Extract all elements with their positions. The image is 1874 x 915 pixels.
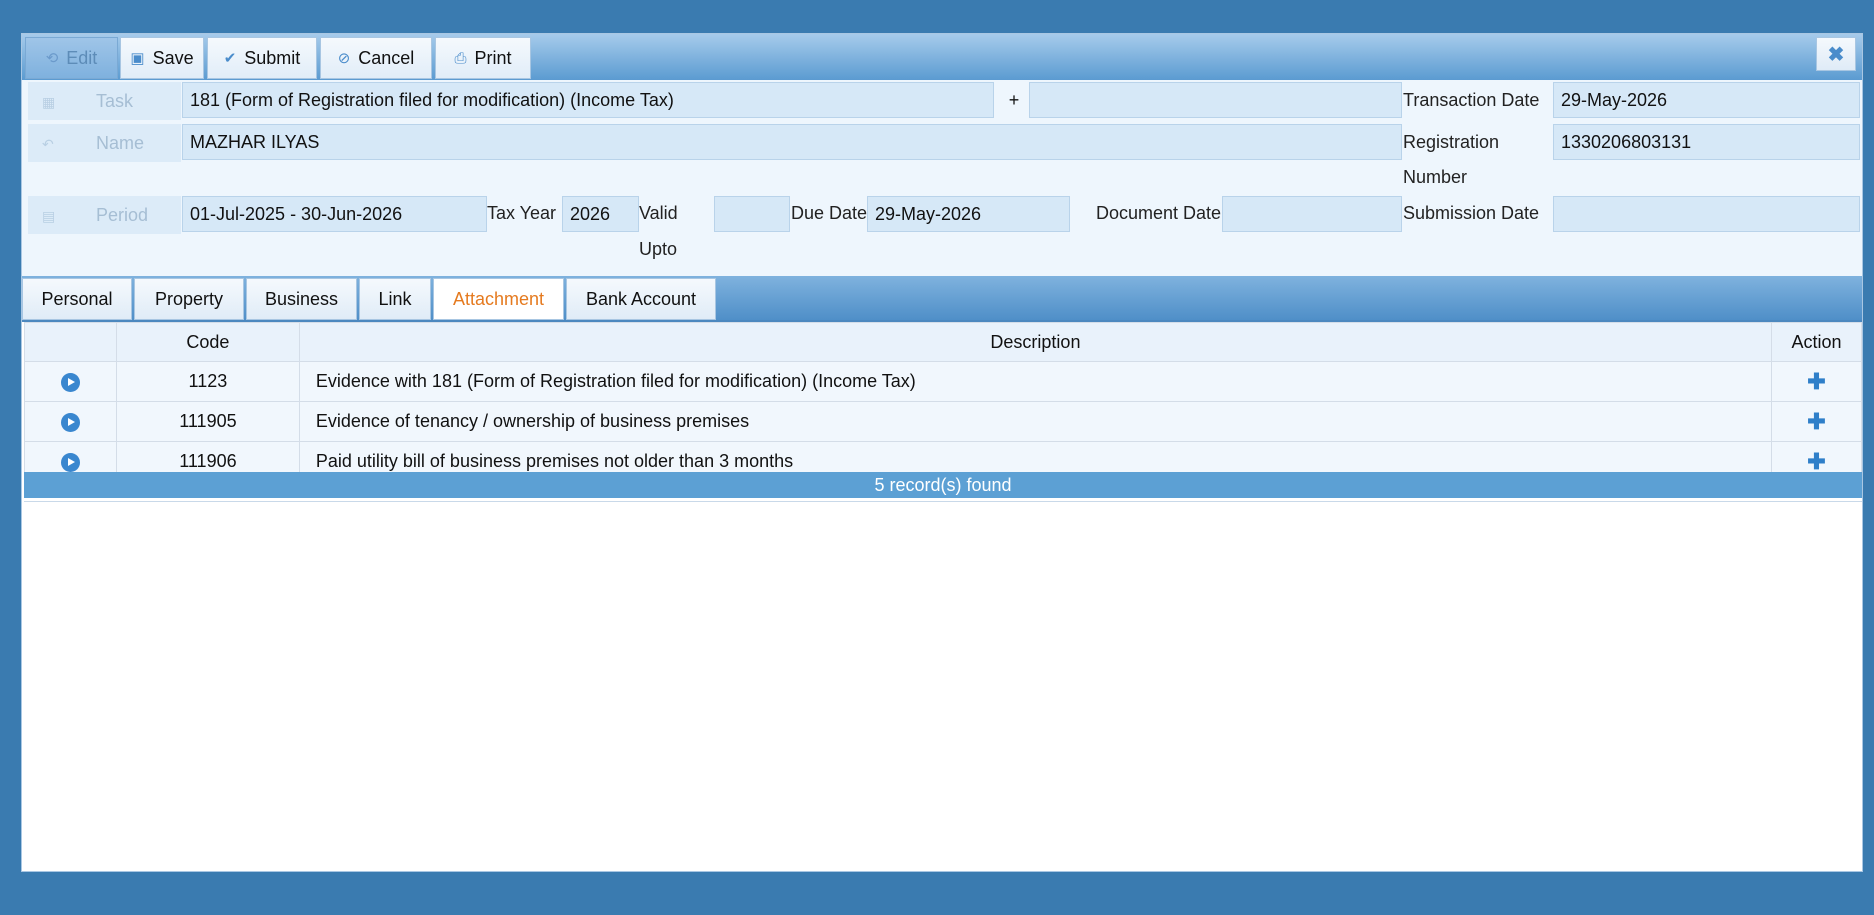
plus-icon[interactable]: ✚ — [1807, 409, 1825, 434]
play-circle-icon[interactable] — [60, 412, 80, 432]
code-cell: 111905 — [115, 401, 300, 442]
action-cell[interactable]: ✚ — [1771, 361, 1862, 402]
task-value: 181 (Form of Registration filed for modi… — [190, 89, 674, 110]
valid-upto-label: Valid — [639, 203, 678, 223]
tab-bank-account-label: Bank Account — [585, 288, 697, 309]
edit-button[interactable]: ⟲ Edit — [25, 37, 118, 79]
row-select-cell[interactable] — [24, 361, 117, 402]
printer-icon: ⎙ — [454, 49, 467, 67]
row-select-cell[interactable] — [24, 401, 117, 442]
tab-property[interactable]: Property — [134, 278, 244, 320]
registration-label: Registration — [1403, 132, 1500, 152]
tab-property-label: Property — [154, 288, 224, 309]
submission-date-field[interactable] — [1553, 196, 1860, 232]
name-label: Name — [96, 132, 145, 153]
floppy-icon: ▣ — [130, 50, 145, 67]
submit-button-label: Submit — [244, 47, 301, 68]
due-date-field[interactable]: 29-May-2026 — [867, 196, 1070, 232]
tax-year-label: Tax Year — [487, 203, 557, 223]
due-date-label: Due Date — [791, 203, 868, 223]
save-button-label: Save — [152, 47, 194, 68]
cancel-icon: ⊘ — [337, 50, 351, 67]
task-icon: ▦ — [42, 94, 56, 110]
tab-link-label: Link — [378, 288, 412, 309]
tab-business-label: Business — [264, 288, 339, 309]
calendar-icon: ▤ — [42, 208, 56, 224]
plus-icon[interactable]: ✚ — [1807, 449, 1825, 474]
tab-attachment[interactable]: Attachment — [433, 278, 564, 320]
name-field[interactable]: MAZHAR ILYAS — [182, 124, 1402, 160]
table-header-select — [24, 322, 117, 362]
tab-personal-label: Personal — [41, 288, 113, 309]
submission-date-label: Submission Date — [1403, 203, 1540, 223]
edit-button-label: Edit — [66, 47, 98, 68]
name-button[interactable]: ↶ Name — [28, 124, 181, 162]
close-button[interactable]: ✖ — [1816, 37, 1856, 71]
header-form: ▦ Task 181 (Form of Registration filed f… — [22, 80, 1862, 276]
toolbar: ⟲ Edit ▣ Save ✔ Submit ⊘ Cancel ⎙ Print … — [22, 34, 1862, 81]
document-date-label: Document Date — [1096, 203, 1222, 223]
table-header-row: Code Description Action — [24, 322, 1862, 362]
code-cell: 1123 — [115, 361, 300, 402]
period-field[interactable]: 01-Jul-2025 - 30-Jun-2026 — [182, 196, 487, 232]
transaction-date-field[interactable]: 29-May-2026 — [1553, 82, 1860, 118]
cancel-button[interactable]: ⊘ Cancel — [320, 37, 432, 79]
tab-attachment-label: Attachment — [452, 288, 545, 309]
play-circle-icon[interactable] — [60, 372, 80, 392]
registration-label-number: Number — [1403, 167, 1468, 187]
period-button[interactable]: ▤ Period — [28, 196, 181, 234]
divider — [24, 501, 1862, 502]
table-header-code: Code — [115, 322, 300, 362]
cancel-button-label: Cancel — [358, 47, 415, 68]
action-cell[interactable]: ✚ — [1771, 401, 1862, 442]
submit-button[interactable]: ✔ Submit — [207, 37, 317, 79]
records-found-bar: 5 record(s) found — [24, 472, 1862, 498]
table-row: 1123 Evidence with 181 (Form of Registra… — [24, 361, 1862, 402]
transaction-date-value: 29-May-2026 — [1561, 89, 1668, 110]
registration-number-value: 1330206803131 — [1561, 131, 1692, 152]
plus-icon[interactable]: ✚ — [1807, 369, 1825, 394]
tab-link[interactable]: Link — [359, 278, 431, 320]
task-label: Task — [96, 90, 134, 111]
play-circle-icon[interactable] — [60, 452, 80, 472]
period-value: 01-Jul-2025 - 30-Jun-2026 — [190, 203, 403, 224]
task-button[interactable]: ▦ Task — [28, 82, 181, 120]
refresh-icon: ⟲ — [45, 50, 59, 67]
close-icon: ✖ — [1827, 43, 1845, 66]
due-date-value: 29-May-2026 — [875, 203, 982, 224]
task-field[interactable]: 181 (Form of Registration filed for modi… — [182, 82, 994, 118]
tax-year-value: 2026 — [570, 203, 611, 224]
table-header-description: Description — [298, 322, 1773, 362]
print-button[interactable]: ⎙ Print — [435, 37, 531, 79]
table-row: 111905 Evidence of tenancy / ownership o… — [24, 401, 1862, 442]
tab-business[interactable]: Business — [246, 278, 357, 320]
save-button[interactable]: ▣ Save — [120, 37, 204, 79]
form-window: ⟲ Edit ▣ Save ✔ Submit ⊘ Cancel ⎙ Print … — [21, 33, 1863, 872]
task-add-button[interactable]: + — [996, 82, 1032, 118]
description-cell: Evidence of tenancy / ownership of busin… — [298, 401, 1773, 442]
task-extra-field[interactable] — [1029, 82, 1402, 118]
check-icon: ✔ — [223, 50, 237, 67]
plus-icon: + — [1008, 89, 1020, 110]
print-button-label: Print — [474, 47, 512, 68]
tab-personal[interactable]: Personal — [22, 278, 132, 320]
tax-year-field[interactable]: 2026 — [562, 196, 639, 232]
valid-upto-field[interactable] — [714, 196, 790, 232]
name-value: MAZHAR ILYAS — [190, 131, 320, 152]
tab-bank-account[interactable]: Bank Account — [566, 278, 716, 320]
document-date-field[interactable] — [1222, 196, 1402, 232]
valid-upto-label-upto: Upto — [639, 239, 678, 259]
transaction-date-label: Transaction Date — [1403, 90, 1540, 110]
period-label: Period — [96, 204, 149, 225]
attachment-table: Code Description Action 1123 Evidence wi… — [24, 322, 1862, 482]
description-cell: Evidence with 181 (Form of Registration … — [298, 361, 1773, 402]
undo-icon: ↶ — [42, 136, 54, 152]
table-header-action: Action — [1771, 322, 1862, 362]
tab-bar: Personal Property Business Link Attachme… — [22, 276, 1862, 322]
registration-number-field[interactable]: 1330206803131 — [1553, 124, 1860, 160]
